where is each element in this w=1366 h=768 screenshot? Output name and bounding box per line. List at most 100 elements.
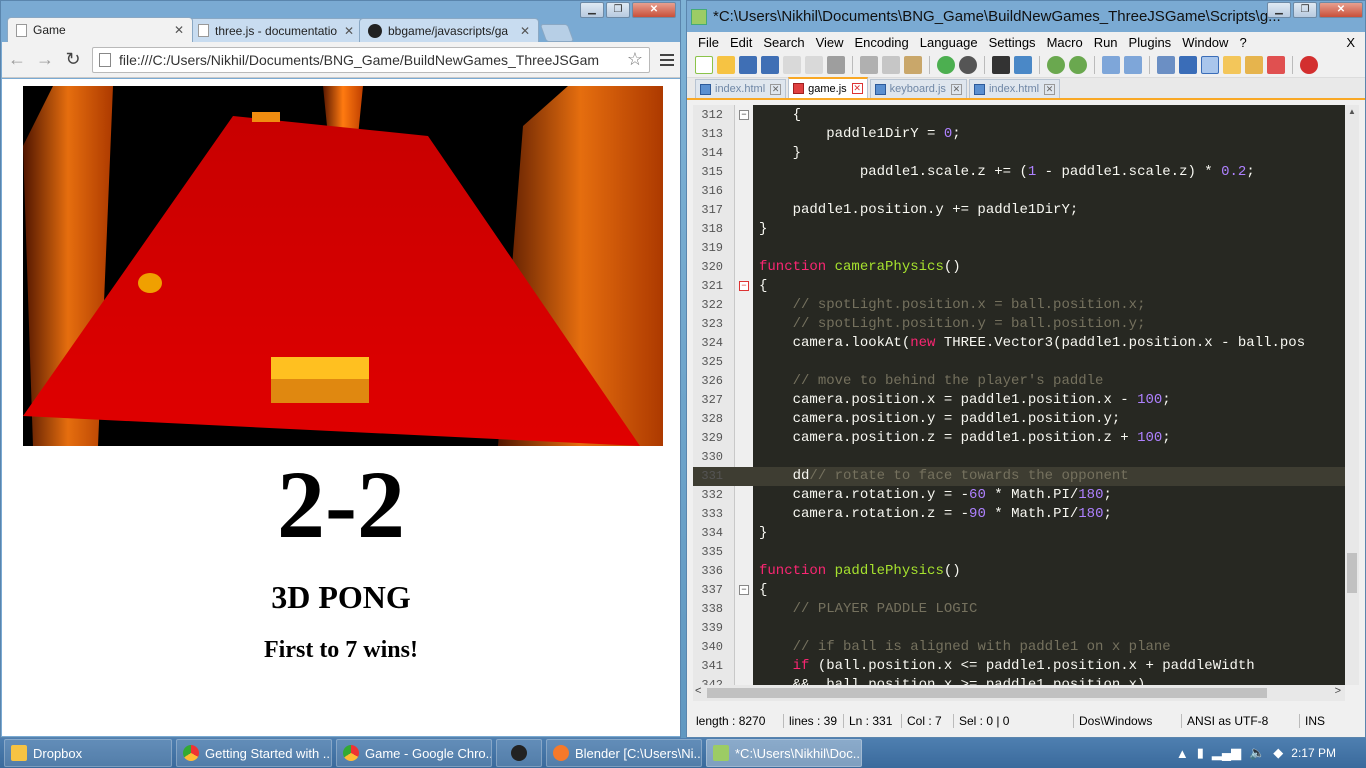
vertical-scrollbar[interactable]: ▲ xyxy=(1345,105,1359,685)
menu-run[interactable]: Run xyxy=(1089,35,1124,50)
close-tab-icon[interactable]: ✕ xyxy=(770,83,782,95)
minimize-button[interactable]: ▁ xyxy=(1267,2,1291,18)
close-tab-icon[interactable]: ✕ xyxy=(514,24,530,38)
taskbar-notepadpp[interactable]: *C:\Users\Nikhil\Doc... xyxy=(706,739,862,767)
signal-icon[interactable]: ▂▄▆ xyxy=(1212,745,1241,761)
new-file-icon[interactable] xyxy=(695,55,713,74)
doc-tab-keyboard-js[interactable]: keyboard.js ✕ xyxy=(869,79,967,98)
scroll-thumb[interactable] xyxy=(707,688,1267,698)
scroll-left-icon[interactable]: < xyxy=(695,685,701,697)
lang-icon[interactable] xyxy=(1223,55,1241,74)
close-tab-icon[interactable]: ✕ xyxy=(1044,83,1056,95)
print-icon[interactable] xyxy=(827,55,845,74)
maximize-button[interactable]: ❐ xyxy=(606,2,630,18)
dropbox-tray-icon[interactable]: ◆ xyxy=(1273,745,1283,761)
menu-encoding[interactable]: Encoding xyxy=(850,35,915,50)
browser-tab-game[interactable]: Game ✕ xyxy=(7,17,193,42)
taskbar-dropbox[interactable]: Dropbox xyxy=(4,739,172,767)
fold-marker-icon[interactable]: − xyxy=(739,110,749,120)
save-all-icon[interactable] xyxy=(761,55,779,74)
paste-icon[interactable] xyxy=(904,55,922,74)
chrome-menu-icon[interactable] xyxy=(660,53,674,66)
doc-tab-index-html[interactable]: index.html ✕ xyxy=(695,79,787,98)
replace-icon[interactable] xyxy=(1014,55,1032,74)
doc-map-icon[interactable] xyxy=(1245,55,1263,74)
zoom-out-icon[interactable] xyxy=(1069,55,1087,74)
close-all-icon[interactable] xyxy=(805,55,823,74)
tray-arrow-icon[interactable]: ▲ xyxy=(1176,746,1189,761)
menu-search[interactable]: Search xyxy=(758,35,810,50)
status-col: Col : 7 xyxy=(902,714,954,728)
menu-window[interactable]: Window xyxy=(1177,35,1234,50)
close-tab-icon[interactable]: ✕ xyxy=(338,24,354,38)
tab-label: three.js - documentatio xyxy=(215,23,338,38)
taskbar-blender[interactable]: Blender [C:\Users\Ni... xyxy=(546,739,702,767)
taskbar-label: Game - Google Chro... xyxy=(365,745,492,761)
scroll-right-icon[interactable]: > xyxy=(1335,685,1341,697)
word-wrap-icon[interactable] xyxy=(1157,55,1175,74)
close-button[interactable]: ✕ xyxy=(1319,2,1363,18)
close-tab-icon[interactable]: ✕ xyxy=(950,83,962,95)
horizontal-scrollbar[interactable]: < > xyxy=(693,685,1345,701)
scroll-thumb[interactable] xyxy=(1347,553,1357,593)
forward-arrow-icon[interactable]: → xyxy=(36,49,54,70)
new-tab-button[interactable] xyxy=(539,24,575,42)
network-icon[interactable]: ▮ xyxy=(1197,745,1204,761)
volume-icon[interactable]: 🔈 xyxy=(1249,745,1265,761)
reload-icon[interactable]: ↻ xyxy=(64,49,82,70)
close-file-icon[interactable] xyxy=(783,55,801,74)
zoom-in-icon[interactable] xyxy=(1047,55,1065,74)
code-line: 327 camera.position.x = paddle1.position… xyxy=(701,392,1171,408)
code-line: 318} xyxy=(701,221,768,237)
page-icon xyxy=(198,24,209,37)
menu-help[interactable]: ? xyxy=(1234,35,1252,50)
taskbar-getting-started[interactable]: Getting Started with ... xyxy=(176,739,332,767)
find-icon[interactable] xyxy=(992,55,1010,74)
fold-marker-icon[interactable]: − xyxy=(739,281,749,291)
fold-marker-icon[interactable]: − xyxy=(739,585,749,595)
close-document-x[interactable]: X xyxy=(1341,35,1365,50)
maximize-button[interactable]: ❐ xyxy=(1293,2,1317,18)
clock[interactable]: 2:17 PM xyxy=(1291,746,1336,760)
menu-plugins[interactable]: Plugins xyxy=(1124,35,1178,50)
back-arrow-icon[interactable]: ← xyxy=(8,49,26,70)
copy-icon[interactable] xyxy=(882,55,900,74)
cut-icon[interactable] xyxy=(860,55,878,74)
minimize-button[interactable]: ▁ xyxy=(580,2,604,18)
function-list-icon[interactable] xyxy=(1267,55,1285,74)
sync-h-icon[interactable] xyxy=(1124,55,1142,74)
menu-view[interactable]: View xyxy=(811,35,850,50)
browser-tab-threejs[interactable]: three.js - documentatio ✕ xyxy=(189,18,363,42)
open-folder-icon[interactable] xyxy=(717,55,735,74)
code-lines: 312− { 313 paddle1DirY = 0; 314 } 315 pa… xyxy=(693,106,1345,685)
doc-tab-game-js[interactable]: game.js ✕ xyxy=(788,77,868,98)
browser-tab-github[interactable]: bbgame/javascripts/ga ✕ xyxy=(359,18,539,42)
sync-v-icon[interactable] xyxy=(1102,55,1120,74)
address-bar[interactable]: file:///C:/Users/Nikhil/Documents/BNG_Ga… xyxy=(92,46,650,73)
close-tab-icon[interactable]: ✕ xyxy=(851,83,863,94)
indent-guide-icon[interactable] xyxy=(1201,55,1219,74)
save-icon[interactable] xyxy=(739,55,757,74)
close-button[interactable]: ✕ xyxy=(632,2,676,18)
redo-icon[interactable] xyxy=(959,55,977,74)
game-canvas[interactable] xyxy=(23,86,663,446)
show-all-chars-icon[interactable] xyxy=(1179,55,1197,74)
menu-edit[interactable]: Edit xyxy=(725,35,758,50)
taskbar-unity[interactable] xyxy=(496,739,542,767)
undo-icon[interactable] xyxy=(937,55,955,74)
page-icon xyxy=(16,23,27,37)
code-editor[interactable]: 312− { 313 paddle1DirY = 0; 314 } 315 pa… xyxy=(693,105,1345,685)
taskbar-game-chrome[interactable]: Game - Google Chro... xyxy=(336,739,492,767)
status-ln: Ln : 331 xyxy=(844,714,902,728)
doc-tab-index-html-2[interactable]: index.html ✕ xyxy=(968,79,1061,98)
menu-settings[interactable]: Settings xyxy=(984,35,1042,50)
code-line: 342 && ball.position.x >= paddle1.positi… xyxy=(701,677,1146,685)
menu-language[interactable]: Language xyxy=(915,35,984,50)
record-macro-icon[interactable] xyxy=(1300,55,1318,74)
menu-file[interactable]: File xyxy=(693,35,725,50)
status-mode: INS xyxy=(1305,714,1326,728)
code-line: 340 // if ball is aligned with paddle1 o… xyxy=(701,639,1171,655)
bookmark-star-icon[interactable]: ☆ xyxy=(622,49,643,70)
menu-macro[interactable]: Macro xyxy=(1042,35,1089,50)
close-tab-icon[interactable]: ✕ xyxy=(168,23,184,37)
